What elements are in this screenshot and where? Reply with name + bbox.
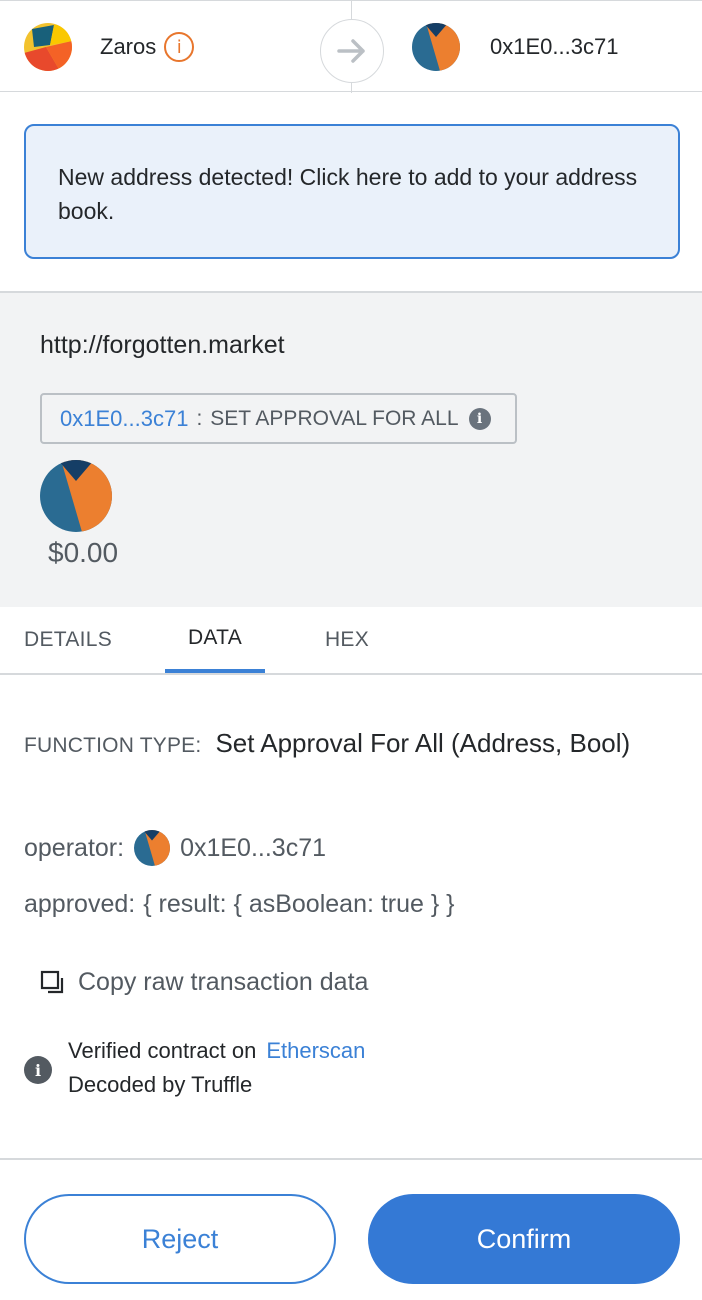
reject-button[interactable]: Reject [24,1194,336,1284]
verified-line: Verified contract on Etherscan [68,1038,365,1064]
arrow-right-icon [320,19,384,83]
operator-address: 0x1E0...3c71 [180,833,326,862]
tab-details[interactable]: DETAILS [24,607,118,673]
method-pill: 0x1E0...3c71 : SET APPROVAL FOR ALL i [40,393,517,444]
info-icon[interactable]: i [468,407,491,430]
origin-url: http://forgotten.market [40,331,285,359]
recipient-avatar [412,23,460,71]
footer-actions: Reject Confirm [0,1158,702,1300]
info-icon[interactable]: i [164,32,195,62]
sender-name: Zaros [100,34,157,59]
etherscan-link[interactable]: Etherscan [266,1038,365,1063]
method-name: SET APPROVAL FOR ALL [210,406,459,430]
confirm-button[interactable]: Confirm [368,1194,680,1284]
method-separator: : [196,406,203,430]
approved-label: approved: [24,890,136,918]
recipient-address: 0x1E0...3c71 [490,34,619,59]
function-type-value: Set Approval For All (Address, Bool) [215,728,631,758]
copy-raw-data-button[interactable]: Copy raw transaction data [40,968,368,997]
contract-avatar [40,460,112,532]
function-type: FUNCTION TYPE: Set Approval For All (Addr… [24,724,664,765]
tab-bar: DETAILS DATA HEX [0,607,702,675]
decoded-by-text: Decoded by Truffle [68,1072,253,1097]
copy-icon [40,970,64,993]
approved-param: approved: { result: { asBoolean: true } … [24,890,455,919]
operator-avatar [134,830,171,866]
method-contract-address[interactable]: 0x1E0...3c71 [60,406,188,432]
operator-param: operator: 0x1E0...3c71 [24,830,326,866]
copy-raw-data-label: Copy raw transaction data [78,968,369,996]
transaction-summary: http://forgotten.market 0x1E0...3c71 : S… [0,291,702,607]
verified-text: Verified contract on [68,1038,257,1063]
sender-account[interactable]: Zaros i [24,1,195,93]
approved-value: { result: { asBoolean: true } } [143,890,455,918]
transaction-header: Zaros i 0x1E0...3c71 [0,0,702,93]
recipient-account[interactable]: 0x1E0...3c71 [412,1,618,93]
tab-hex[interactable]: HEX [304,607,390,673]
tab-data[interactable]: DATA [165,607,265,673]
function-type-label: FUNCTION TYPE: [24,734,202,757]
new-address-alert[interactable]: New address detected! Click here to add … [24,124,680,259]
sender-avatar [24,23,72,71]
transaction-amount: $0.00 [48,537,119,568]
info-icon: i [24,1056,52,1084]
operator-label: operator: [24,833,125,862]
